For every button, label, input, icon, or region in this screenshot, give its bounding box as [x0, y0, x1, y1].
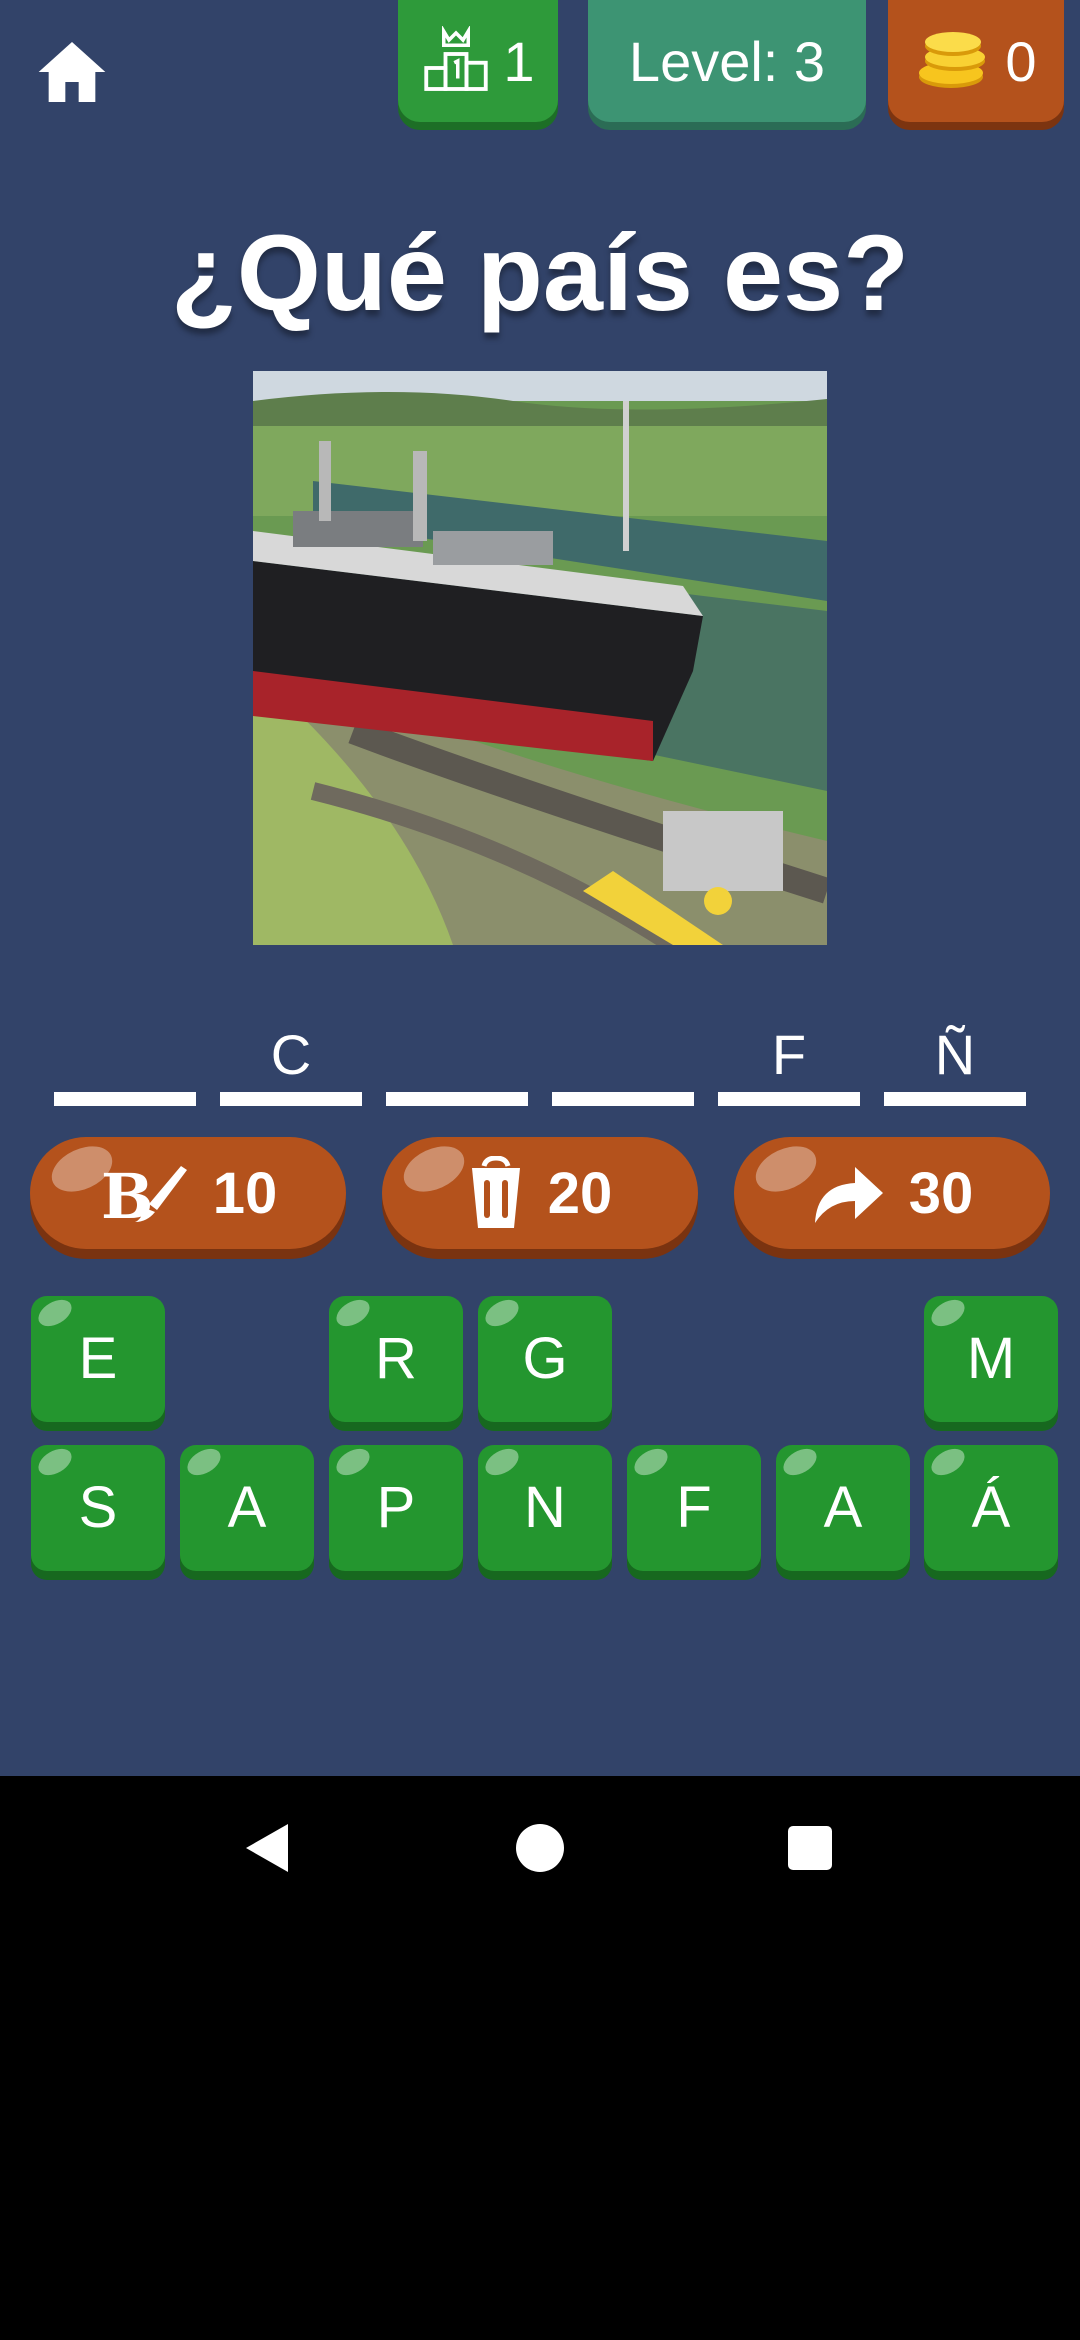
letter-key[interactable]: A — [180, 1445, 314, 1571]
ranking-button[interactable]: 1 — [398, 0, 558, 122]
home-icon — [38, 42, 106, 102]
skip-arrow-icon — [814, 1167, 883, 1223]
remove-letters-button[interactable]: 20 — [382, 1137, 698, 1249]
letter-key[interactable]: F — [627, 1445, 761, 1571]
letter-key-label: P — [376, 1475, 416, 1540]
answer-slot[interactable]: C — [220, 1010, 362, 1106]
trash-bin-icon — [471, 1156, 520, 1228]
letter-key[interactable]: Á — [924, 1445, 1058, 1571]
letter-key[interactable]: S — [31, 1445, 165, 1571]
skip-cost: 30 — [908, 1160, 974, 1226]
question-title: ¿Qué país es? — [170, 212, 910, 333]
level-label: Level: 3 — [628, 29, 826, 93]
skip-level-button[interactable]: 30 — [734, 1137, 1050, 1249]
letter-key-label: M — [966, 1326, 1016, 1391]
remove-cost: 20 — [547, 1160, 613, 1226]
game-screen: 1 Level: 3 0 ¿Qué país es? C F Ñ B 10 20… — [0, 0, 1080, 1776]
reveal-letter-button[interactable]: B 10 — [30, 1137, 346, 1249]
letter-key-label: N — [524, 1475, 566, 1540]
back-triangle-icon — [246, 1824, 288, 1872]
letter-key-label: F — [676, 1475, 712, 1540]
answer-slot[interactable] — [552, 1010, 694, 1106]
letter-key-label: R — [375, 1326, 417, 1391]
home-circle-icon — [516, 1824, 564, 1872]
reveal-cost: 10 — [212, 1160, 278, 1226]
letter-key-label: G — [522, 1326, 568, 1391]
system-navigation-bar — [0, 1776, 1080, 1920]
answer-slot[interactable]: Ñ — [884, 1010, 1026, 1106]
home-button[interactable] — [32, 32, 112, 112]
coins-icon — [919, 32, 986, 88]
letter-key[interactable]: R — [329, 1296, 463, 1422]
nav-back-button[interactable] — [236, 1816, 300, 1880]
letter-key-label: Á — [971, 1475, 1011, 1540]
coins-value: 0 — [1005, 29, 1037, 93]
answer-slot[interactable]: F — [718, 1010, 860, 1106]
letter-key[interactable]: G — [478, 1296, 612, 1422]
answer-slot[interactable] — [54, 1010, 196, 1106]
letter-key[interactable]: M — [924, 1296, 1058, 1422]
podium-crown-icon — [424, 26, 489, 91]
nav-recents-button[interactable] — [778, 1816, 842, 1880]
question-photo — [253, 371, 827, 945]
letter-key-label: A — [227, 1475, 267, 1540]
letter-key[interactable]: N — [478, 1445, 612, 1571]
recents-square-icon — [788, 1826, 832, 1870]
letter-key-label: A — [823, 1475, 863, 1540]
letter-key[interactable]: A — [776, 1445, 910, 1571]
level-indicator: Level: 3 — [588, 0, 866, 122]
letter-key-label: S — [78, 1475, 118, 1540]
letter-key[interactable]: P — [329, 1445, 463, 1571]
rank-value: 1 — [503, 29, 535, 93]
letter-key-label: E — [78, 1326, 118, 1391]
letter-key[interactable]: E — [31, 1296, 165, 1422]
answer-slot[interactable] — [386, 1010, 528, 1106]
coins-button[interactable]: 0 — [888, 0, 1064, 122]
paint-brush-icon: B — [101, 1160, 187, 1228]
nav-home-button[interactable] — [508, 1816, 572, 1880]
